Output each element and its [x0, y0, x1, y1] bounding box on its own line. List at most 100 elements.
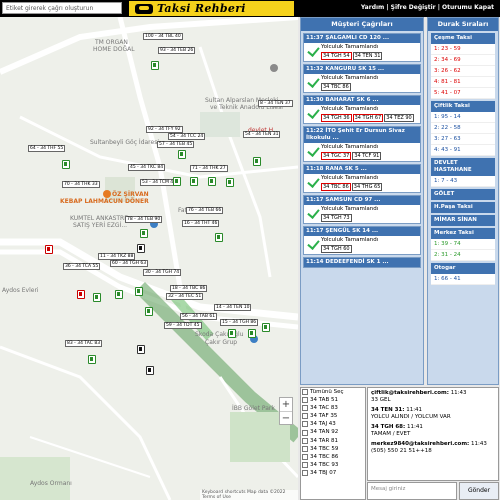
map-footer[interactable]: Keyboard shortcuts Map data ©2022 Terms … — [200, 490, 298, 500]
taxi-marker-icon[interactable] — [62, 160, 70, 169]
plate-badge[interactable]: 34 TGH 60 — [321, 245, 352, 253]
checkbox[interactable] — [302, 469, 308, 476]
taxi-marker-icon[interactable] — [262, 323, 270, 332]
taxi-marker-icon[interactable] — [45, 245, 53, 254]
plate-badge[interactable]: 34 TBC 86 — [321, 83, 351, 91]
queue-title[interactable]: GÖLET — [431, 189, 495, 200]
taxi-marker-icon[interactable] — [253, 157, 261, 166]
user-links[interactable]: Yardım | Şifre Değiştir | Oturumu Kapat — [361, 4, 494, 11]
taxi-tag[interactable]: 15 - 34 TGH 86 — [220, 319, 259, 326]
taxi-marker-icon[interactable] — [151, 61, 159, 70]
queue-title[interactable]: DEVLET HASTAHANE — [431, 158, 495, 176]
checkbox[interactable] — [302, 461, 308, 468]
vehicle-row[interactable]: 34 TAN 92 — [301, 428, 365, 436]
call-card[interactable]: 11:32 KANGURU SK 15 ... Yolculuk Tamamlan… — [303, 64, 421, 93]
checkbox[interactable] — [302, 429, 308, 436]
taxi-marker-icon[interactable] — [248, 329, 256, 338]
taxi-tag[interactable]: 11 - 34 TKZ 88 — [98, 253, 136, 260]
taxi-tag[interactable]: 30 - 34 TGH 74 — [143, 269, 182, 276]
taxi-marker-icon[interactable] — [115, 290, 123, 299]
taxi-marker-icon[interactable] — [178, 150, 186, 159]
queue-title[interactable]: Merkez Taksi — [431, 228, 495, 239]
taxi-marker-icon[interactable] — [228, 329, 236, 338]
call-card[interactable]: 11:37 ŞALGAMLI CD 120 ... Yolculuk Tamaml… — [303, 33, 421, 62]
vehicle-row[interactable]: 34 TAC 83 — [301, 404, 365, 412]
checkbox[interactable] — [302, 397, 308, 404]
plate-badge[interactable]: 34 TGH 73 — [321, 214, 352, 222]
taxi-tag[interactable]: 92 - 34 TFY 92 — [146, 126, 183, 133]
taxi-marker-icon[interactable] — [88, 355, 96, 364]
zoom-in-button[interactable]: + — [280, 398, 292, 412]
taxi-tag[interactable]: 54 - 34 TCC 24 — [168, 133, 206, 140]
select-all-row[interactable]: Tümünü Seç — [301, 388, 365, 396]
vehicle-row[interactable]: 34 TBC 86 — [301, 453, 365, 461]
taxi-tag[interactable]: 59 - 34 TDT 45 — [164, 322, 202, 329]
taxi-tag[interactable]: 16 - 34 THT 46 — [182, 220, 220, 227]
taxi-tag[interactable]: 60 - 34 TGH 63 — [110, 260, 149, 267]
taxi-tag[interactable]: 70 - 34 THK 33 — [62, 181, 100, 188]
checkbox[interactable] — [302, 453, 308, 460]
taxi-marker-icon[interactable] — [146, 366, 154, 375]
plate-badge[interactable]: 34 TGC 37 — [321, 152, 352, 160]
taxi-marker-icon[interactable] — [93, 293, 101, 302]
checkbox[interactable] — [302, 389, 308, 396]
zoom-out-button[interactable]: − — [280, 412, 292, 426]
taxi-tag[interactable]: 78 - 34 TEB 90 — [125, 216, 163, 223]
taxi-tag[interactable]: 36 - 34 TCA 55 — [63, 263, 101, 270]
taxi-tag[interactable]: 100 - 34 TBL 40 — [143, 33, 183, 40]
taxi-tag[interactable]: 83 - 34 TAC 83 — [65, 340, 103, 347]
taxi-marker-icon[interactable] — [145, 307, 153, 316]
plate-badge[interactable]: 34 TGH 36 — [321, 114, 352, 122]
checkbox[interactable] — [302, 437, 308, 444]
taxi-tag[interactable]: 32 - 34 TEC 51 — [166, 293, 204, 300]
checkbox[interactable] — [302, 405, 308, 412]
queue-title[interactable]: Çiftlik Taksi — [431, 101, 495, 112]
vehicle-row[interactable]: 34 TBC 59 — [301, 445, 365, 453]
tag-search-input[interactable]: Etiket girerek çağrı oluşturun — [2, 2, 122, 14]
taxi-tag[interactable]: 8 - 34 TEN 37 — [258, 100, 293, 107]
call-card[interactable]: 11:17 ŞENGÜL SK 14 ... Yolculuk Tamamland… — [303, 226, 421, 255]
call-card[interactable]: 11:14 DEDEEFENDİ SK 1 ... — [303, 257, 421, 268]
taxi-marker-icon[interactable] — [77, 290, 85, 299]
plate-badge[interactable]: 34 TCF 91 — [352, 152, 382, 160]
call-card[interactable]: 11:18 RANA SK 5 ... Yolculuk Tamamlandı 34… — [303, 164, 421, 193]
taxi-tag[interactable]: 56 - 34 TAB 61 — [180, 313, 218, 320]
plate-badge[interactable]: 34 TGH 54 — [321, 52, 352, 60]
taxi-tag[interactable]: 93 - 34 TEB 26 — [158, 47, 196, 54]
vehicle-row[interactable]: 34 TBJ 07 — [301, 469, 365, 477]
taxi-marker-icon[interactable] — [208, 177, 216, 186]
call-card[interactable]: 11:30 BAHARAT SK 6 ... Yolculuk Tamamland… — [303, 95, 421, 124]
taxi-marker-icon[interactable] — [215, 233, 223, 242]
call-card[interactable]: 11:22 İTO Şehit Er Dursun Sivaz İlkokulu… — [303, 126, 421, 162]
vehicle-row[interactable]: 34 TAB 51 — [301, 396, 365, 404]
checkbox[interactable] — [302, 413, 308, 420]
taxi-marker-icon[interactable] — [137, 345, 145, 354]
map[interactable]: TM ORGAN HOME DOĞAL Sultan Alparslan Mes… — [0, 17, 298, 500]
queue-title[interactable]: H.Paşa Taksi — [431, 202, 495, 213]
taxi-marker-icon[interactable] — [137, 244, 145, 253]
taxi-tag[interactable]: 57 - 34 TEB 45 — [157, 141, 195, 148]
taxi-tag[interactable]: 76 - 34 TEB 66 — [186, 207, 224, 214]
queue-title[interactable]: Otogar — [431, 263, 495, 274]
plate-badge[interactable]: 34 TEZ 90 — [384, 114, 414, 122]
taxi-marker-icon[interactable] — [226, 178, 234, 187]
taxi-marker-icon[interactable] — [140, 229, 148, 238]
checkbox[interactable] — [302, 445, 308, 452]
zoom-control[interactable]: + − — [279, 397, 293, 425]
taxi-tag[interactable]: 64 - 34 THF 55 — [28, 145, 66, 152]
vehicle-row[interactable]: 34 TAJ 43 — [301, 420, 365, 428]
call-card[interactable]: 11:17 SAMSUN CD 97 ... Yolculuk Tamamland… — [303, 195, 421, 224]
send-button[interactable]: Gönder — [459, 482, 499, 500]
vehicle-row[interactable]: 34 TAR 81 — [301, 437, 365, 445]
taxi-tag[interactable]: 18 - 34 TBC 86 — [170, 285, 208, 292]
taxi-tag[interactable]: 71 - 34 THK 27 — [190, 165, 228, 172]
message-input[interactable]: Mesaj giriniz — [367, 482, 457, 500]
plate-badge[interactable]: 34 THG 65 — [351, 183, 383, 191]
vehicle-row[interactable]: 34 TBC 93 — [301, 461, 365, 469]
taxi-tag[interactable]: 54 - 34 TEN 31 — [243, 131, 281, 138]
taxi-marker-icon[interactable] — [173, 177, 181, 186]
taxi-marker-icon[interactable] — [135, 287, 143, 296]
plate-badge[interactable]: 34 TEN 31 — [352, 52, 383, 60]
plate-badge[interactable]: 34 TBC 86 — [321, 183, 351, 191]
queue-title[interactable]: MİMAR SİNAN — [431, 215, 495, 226]
